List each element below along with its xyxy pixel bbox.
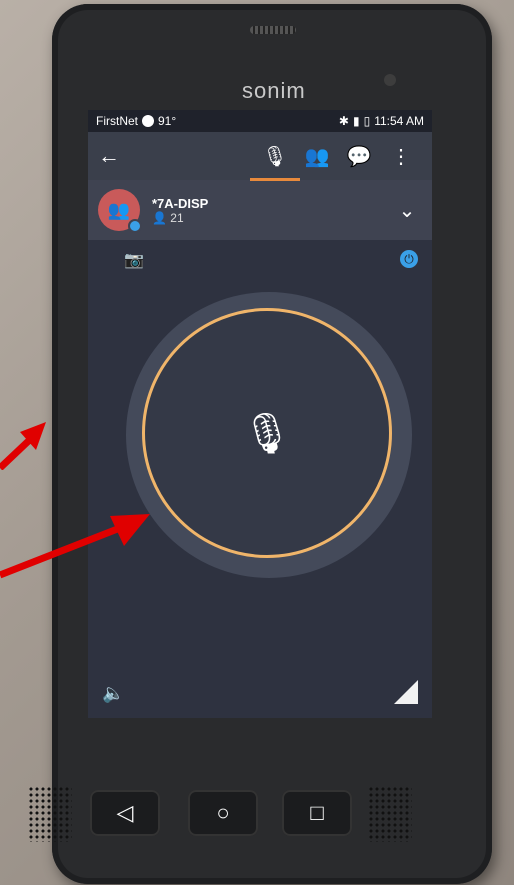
battery-icon: ▯ (363, 114, 371, 128)
ptt-button-outer[interactable]: 🎙 (126, 292, 412, 578)
member-count-value: 21 (170, 210, 184, 225)
signal-strength-icon (394, 680, 418, 704)
chevron-down-icon[interactable]: ⌄ (392, 198, 422, 223)
talkgroup-header[interactable]: 👥 *7A-DISP 👤 21 ⌄ (88, 180, 432, 240)
hardware-nav-bar: ◁ ○ □ (28, 778, 412, 854)
signal-icon: ▮ (352, 114, 360, 128)
speaker-grille-left (28, 786, 72, 842)
power-icon[interactable]: ⏻ (400, 250, 418, 268)
carrier-icon (142, 115, 154, 127)
bluetooth-icon: ✱ (338, 114, 349, 128)
group-avatar: 👥 (98, 189, 142, 233)
nav-recents-button[interactable]: □ (282, 790, 352, 836)
group-name: *7A-DISP (152, 195, 209, 211)
speaker-grille-right (368, 786, 412, 842)
earpiece (250, 26, 296, 34)
camera-icon[interactable]: 📷 (124, 250, 144, 270)
more-vertical-icon[interactable]: ⋮ (380, 144, 422, 169)
member-count: 👤 21 (152, 211, 392, 225)
back-arrow-icon[interactable]: ← (98, 143, 138, 169)
ptt-button[interactable]: 🎙 (142, 308, 392, 558)
status-extra: 91° (158, 114, 177, 128)
group-icon: 👥 (107, 199, 131, 220)
speaker-icon[interactable]: 🔈 (102, 683, 124, 704)
nav-home-button[interactable]: ○ (188, 790, 258, 836)
carrier-label: FirstNet (96, 114, 138, 128)
microphone-icon: 🎙 (241, 411, 293, 456)
person-icon: 👤 (152, 210, 171, 225)
app-toolbar: ← 🎙 👥 💬 ⋮ (88, 132, 432, 181)
action-row: 📷 ⏻ (88, 250, 432, 280)
red-arrow-annotation-top (0, 422, 46, 470)
tab-ptt-microphone-icon[interactable]: 🎙 (250, 144, 300, 181)
tab-contacts-group-icon[interactable]: 👥 (296, 144, 338, 169)
tab-messages-icon[interactable]: 💬 (338, 144, 380, 169)
nav-back-button[interactable]: ◁ (90, 790, 160, 836)
phone-screen: FirstNet 91° ✱ ▮ ▯ 11:54 AM ← 🎙 👥 💬 ⋮ 👥 … (88, 110, 432, 718)
front-camera (384, 74, 396, 86)
clock: 11:54 AM (374, 114, 424, 128)
red-arrow-annotation-bottom (0, 514, 150, 579)
status-bar: FirstNet 91° ✱ ▮ ▯ 11:54 AM (88, 110, 432, 132)
brand-logo: sonim (242, 78, 306, 103)
status-badge (128, 219, 142, 233)
